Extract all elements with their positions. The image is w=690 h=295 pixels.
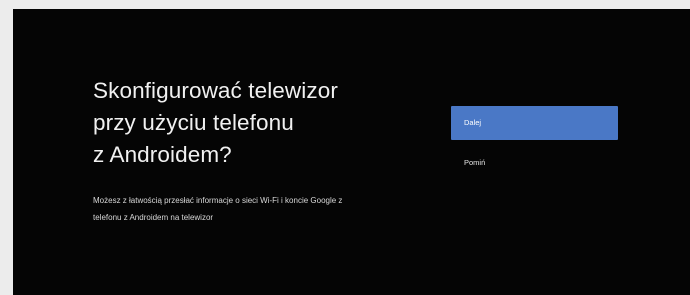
description-line-2: telefonu z Androidem na telewizor: [93, 213, 214, 222]
title-line-3: z Androidem?: [93, 142, 232, 167]
title-line-2: przy użyciu telefonu: [93, 110, 294, 135]
skip-button[interactable]: Pomiń: [451, 146, 618, 180]
tv-setup-screen: Skonfigurować telewizor przy użyciu tele…: [13, 9, 690, 295]
description-line-1: Możesz z łatwością przesłać informacje o…: [93, 196, 343, 205]
next-button[interactable]: Dalej: [451, 106, 618, 140]
next-button-label: Dalej: [464, 118, 482, 127]
page-title: Skonfigurować telewizor przy użyciu tele…: [93, 75, 413, 171]
screenshot-frame: Skonfigurować telewizor przy użyciu tele…: [0, 0, 690, 295]
title-line-1: Skonfigurować telewizor: [93, 78, 338, 103]
skip-button-label: Pomiń: [464, 158, 486, 167]
setup-description: Możesz z łatwością przesłać informacje o…: [93, 192, 433, 226]
